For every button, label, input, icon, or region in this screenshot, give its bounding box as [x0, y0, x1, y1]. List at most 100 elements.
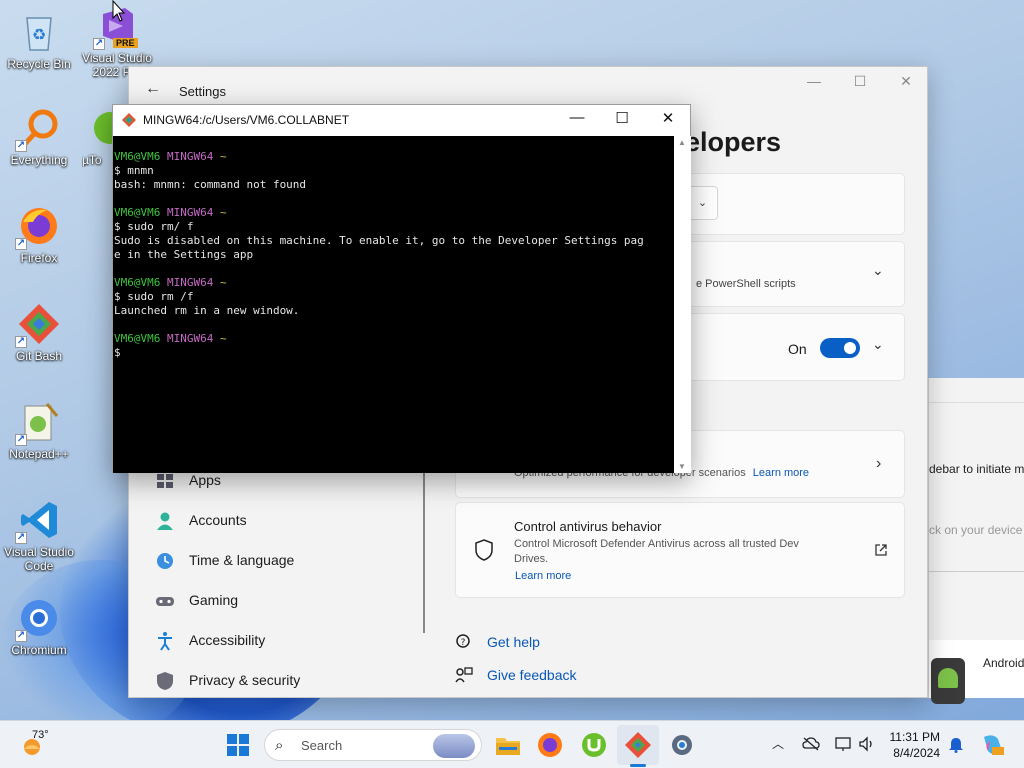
- terminal-output-line: $: [114, 346, 121, 359]
- external-link-icon[interactable]: [874, 543, 888, 557]
- desktop-icon-recycle-bin[interactable]: ♻ Recycle Bin: [0, 10, 78, 71]
- close-button[interactable]: ✕: [891, 73, 921, 90]
- onedrive-offline-icon[interactable]: [802, 736, 820, 752]
- card-description: e PowerShell scripts: [696, 278, 796, 290]
- network-icon[interactable]: [834, 736, 852, 752]
- close-button[interactable]: ✕: [648, 109, 688, 127]
- desktop-icon-label: Notepad++: [9, 447, 69, 461]
- nav-item-label: Accounts: [189, 512, 247, 528]
- prompt-path: ~: [213, 150, 227, 163]
- nav-item-privacy-security[interactable]: Privacy & security: [153, 663, 403, 699]
- terminal-prompt-line: VM6@VM6 MINGW64 ~: [114, 150, 674, 164]
- weather-temperature: 73°: [32, 729, 49, 741]
- terminal-output-line: $ mnmn: [114, 164, 154, 177]
- learn-more-link[interactable]: Learn more: [515, 570, 571, 582]
- shortcut-arrow-icon: ↗: [15, 630, 27, 642]
- utorrent-icon[interactable]: [578, 729, 610, 761]
- give-feedback-link[interactable]: Give feedback: [487, 667, 577, 683]
- minimize-button[interactable]: —: [557, 109, 597, 126]
- terminal-prompt-line: VM6@VM6 MINGW64 ~: [114, 206, 674, 220]
- firefox-icon: ↗: [15, 204, 61, 250]
- desktop-icon-label: Everything: [10, 153, 68, 167]
- nav-item-accessibility[interactable]: Accessibility: [153, 623, 403, 659]
- prompt-user: VM6@VM6: [114, 150, 161, 163]
- chevron-down-icon[interactable]: ⌄: [872, 336, 884, 353]
- svg-text:♻: ♻: [32, 25, 46, 44]
- desktop-icon-label: Firefox: [20, 251, 58, 265]
- gaming-icon: [156, 597, 174, 606]
- desktop-icon-git-bash[interactable]: ↗ Git Bash: [0, 302, 78, 363]
- git-bash-icon: ↗: [15, 302, 61, 348]
- desktop-icon-everything[interactable]: ↗ Everything: [0, 106, 78, 167]
- prompt-user: VM6@VM6: [114, 276, 161, 289]
- terminal-output-line: bash: mnmn: command not found: [114, 178, 307, 191]
- terminal-prompt-line: VM6@VM6 MINGW64 ~: [114, 276, 674, 290]
- terminal-output[interactable]: VM6@VM6 MINGW64 ~ $ mnmn bash: mnmn: comma…: [113, 136, 674, 473]
- terminal-scrollbar[interactable]: ▲ ▼: [674, 136, 691, 473]
- maximize-button[interactable]: ☐: [845, 73, 875, 90]
- back-arrow-icon[interactable]: ←: [145, 80, 161, 98]
- desktop-icon-notepad-plus-plus[interactable]: ↗ Notepad++: [0, 400, 78, 461]
- taskbar-search[interactable]: ⌕ Search: [264, 729, 482, 761]
- android-phone-icon: [931, 658, 965, 704]
- settings-card-antivirus[interactable]: Control antivirus behavior Control Micro…: [455, 502, 905, 598]
- desktop-icon-chromium[interactable]: ↗ Chromium: [0, 596, 78, 657]
- desktop-icon-utorrent[interactable]: µTo: [82, 106, 112, 167]
- firefox-icon[interactable]: [534, 729, 566, 761]
- git-bash-icon[interactable]: [622, 729, 654, 761]
- nav-item-accounts[interactable]: Accounts: [153, 503, 403, 539]
- chromium-icon: ↗: [15, 596, 61, 642]
- terminal-window[interactable]: MINGW64:/c/Users/VM6.COLLABNET — ☐ ✕ VM6…: [112, 104, 691, 473]
- settings-gear-icon[interactable]: [666, 729, 698, 761]
- chevron-down-icon[interactable]: ⌄: [872, 262, 884, 279]
- terminal-output-line: Launched rm in a new window.: [114, 304, 300, 317]
- terminal-output-line: $ sudo rm /f: [114, 290, 194, 303]
- minimize-button[interactable]: —: [799, 73, 829, 89]
- scroll-down-icon[interactable]: ▼: [678, 462, 686, 471]
- active-app-indicator: [630, 764, 646, 767]
- pre-badge: PRE: [113, 38, 138, 48]
- nav-item-label: Gaming: [189, 592, 239, 608]
- terminal-output-line: $ sudo rm/ f: [114, 220, 194, 233]
- time-language-icon: [157, 553, 173, 569]
- accessibility-icon: [158, 632, 172, 651]
- maximize-button[interactable]: ☐: [602, 109, 642, 127]
- get-help-link[interactable]: Get help: [487, 634, 540, 650]
- feedback-icon: [455, 667, 473, 683]
- notification-bell-icon[interactable]: [948, 737, 964, 753]
- search-placeholder: Search: [301, 738, 343, 753]
- scroll-up-icon[interactable]: ▲: [678, 138, 686, 147]
- learn-more-link[interactable]: Learn more: [753, 467, 809, 479]
- chevron-down-icon[interactable]: ⌄: [688, 186, 718, 220]
- nav-item-time-language[interactable]: Time & language: [153, 543, 403, 579]
- card-description: Control Microsoft Defender Antivirus acr…: [514, 538, 799, 550]
- background-window[interactable]: debar to initiate m ck on your device An…: [928, 378, 1024, 704]
- desktop-icon-firefox[interactable]: ↗ Firefox: [0, 204, 78, 265]
- shortcut-arrow-icon: ↗: [15, 532, 27, 544]
- nav-item-gaming[interactable]: Gaming: [153, 583, 403, 619]
- toggle-state-label: On: [788, 341, 807, 357]
- nav-item-label: Time & language: [189, 552, 295, 568]
- clock-date[interactable]: 8/4/2024: [882, 746, 940, 760]
- chevron-right-icon[interactable]: ›: [876, 455, 881, 473]
- copilot-icon[interactable]: [980, 733, 1006, 757]
- start-icon[interactable]: [222, 729, 254, 761]
- show-hidden-icons-chevron-icon[interactable]: ︿: [772, 735, 784, 752]
- desktop-icon-vscode[interactable]: ↗ Visual Studio Code: [0, 498, 78, 573]
- clock-time[interactable]: 11:31 PM: [882, 730, 940, 744]
- card-title: Control antivirus behavior: [514, 519, 662, 534]
- privacy-shield-icon: [157, 672, 173, 690]
- file-explorer-icon[interactable]: [492, 729, 524, 761]
- shortcut-arrow-icon: ↗: [15, 434, 27, 446]
- svg-text:?: ?: [461, 638, 466, 648]
- volume-icon[interactable]: [858, 736, 876, 752]
- accounts-icon: [157, 512, 173, 530]
- terminal-output-line: Sudo is disabled on this machine. To ena…: [114, 234, 644, 247]
- terminal-titlebar[interactable]: MINGW64:/c/Users/VM6.COLLABNET — ☐ ✕: [113, 105, 690, 135]
- desktop-icon-label: Git Bash: [15, 349, 63, 363]
- prompt-path: ~: [213, 332, 227, 345]
- toggle-switch[interactable]: [820, 338, 860, 358]
